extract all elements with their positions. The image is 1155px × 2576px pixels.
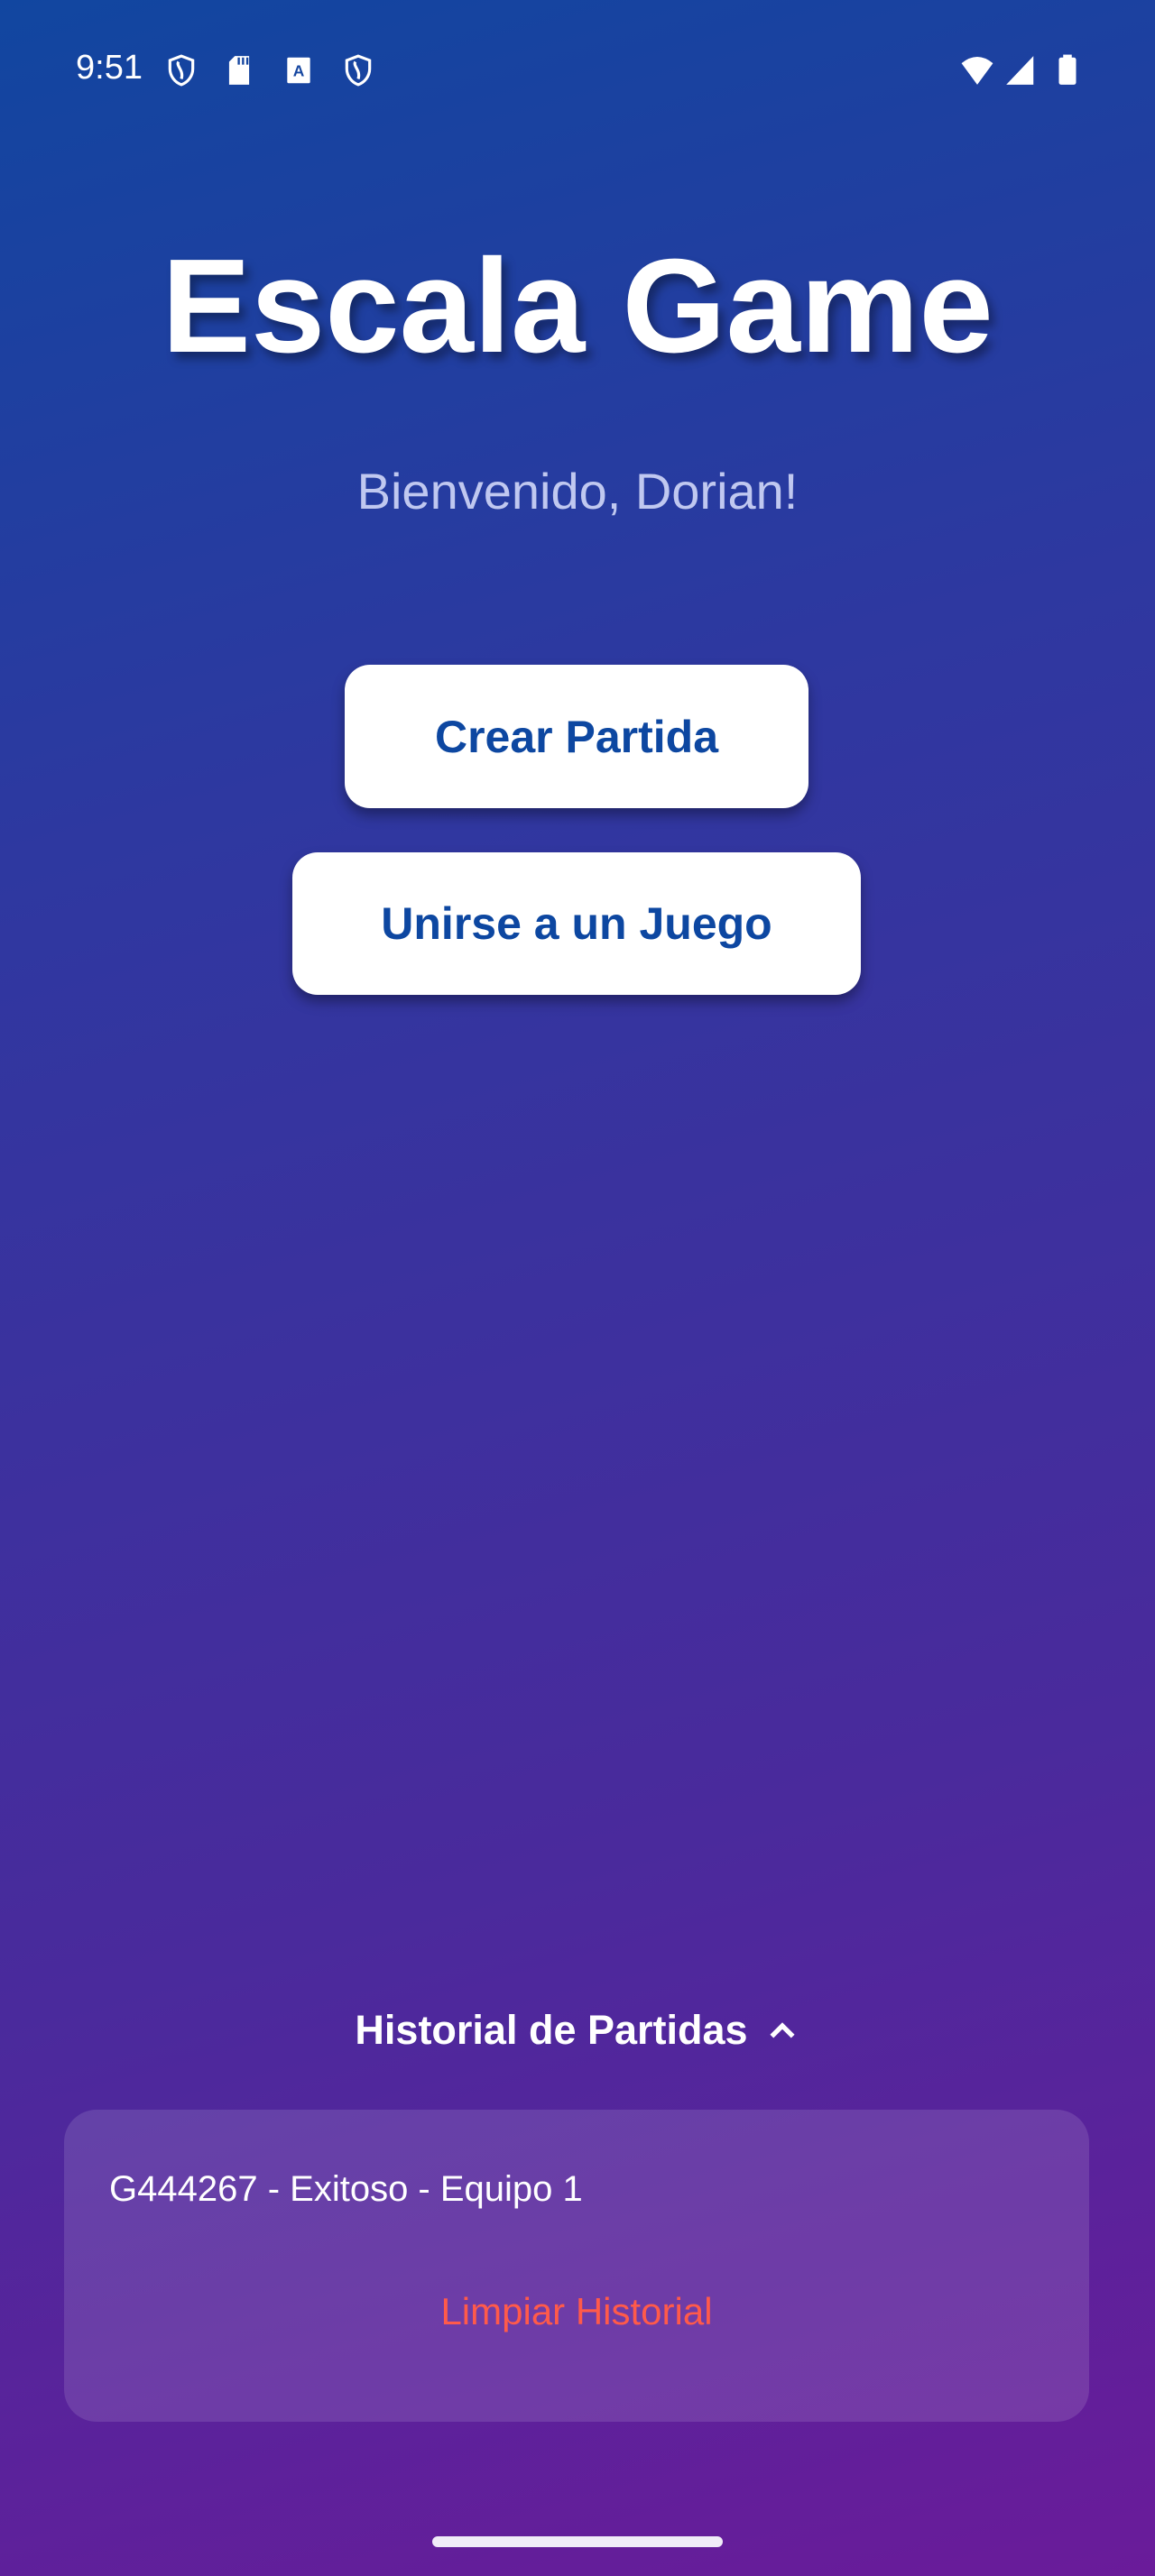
history-title: Historial de Partidas: [355, 2007, 748, 2053]
join-game-button[interactable]: Unirse a un Juego: [292, 852, 861, 995]
history-item: G444267 - Exitoso - Equipo 1: [109, 2169, 583, 2209]
shield-icon: [345, 54, 372, 87]
status-time: 9:51: [76, 49, 143, 87]
gesture-nav-handle[interactable]: [432, 2536, 723, 2547]
app-title: Escala Game: [162, 232, 993, 381]
shield-icon: [168, 54, 195, 87]
status-bar: 9:51 A: [0, 45, 1155, 96]
font-a-icon: A: [287, 57, 310, 84]
history-toggle[interactable]: Historial de Partidas: [0, 2007, 1155, 2054]
clear-history-button[interactable]: Limpiar Historial: [64, 2290, 1089, 2333]
sd-card-icon: [228, 56, 250, 85]
cell-signal-icon: [1006, 56, 1034, 85]
svg-text:A: A: [293, 61, 305, 79]
welcome-message: Bienvenido, Dorian!: [356, 463, 799, 520]
create-game-button[interactable]: Crear Partida: [345, 665, 808, 808]
chevron-up-icon: [770, 2022, 795, 2038]
history-panel: G444267 - Exitoso - Equipo 1 Limpiar His…: [64, 2110, 1089, 2422]
wifi-icon: [961, 56, 993, 85]
battery-icon: [1058, 54, 1076, 85]
